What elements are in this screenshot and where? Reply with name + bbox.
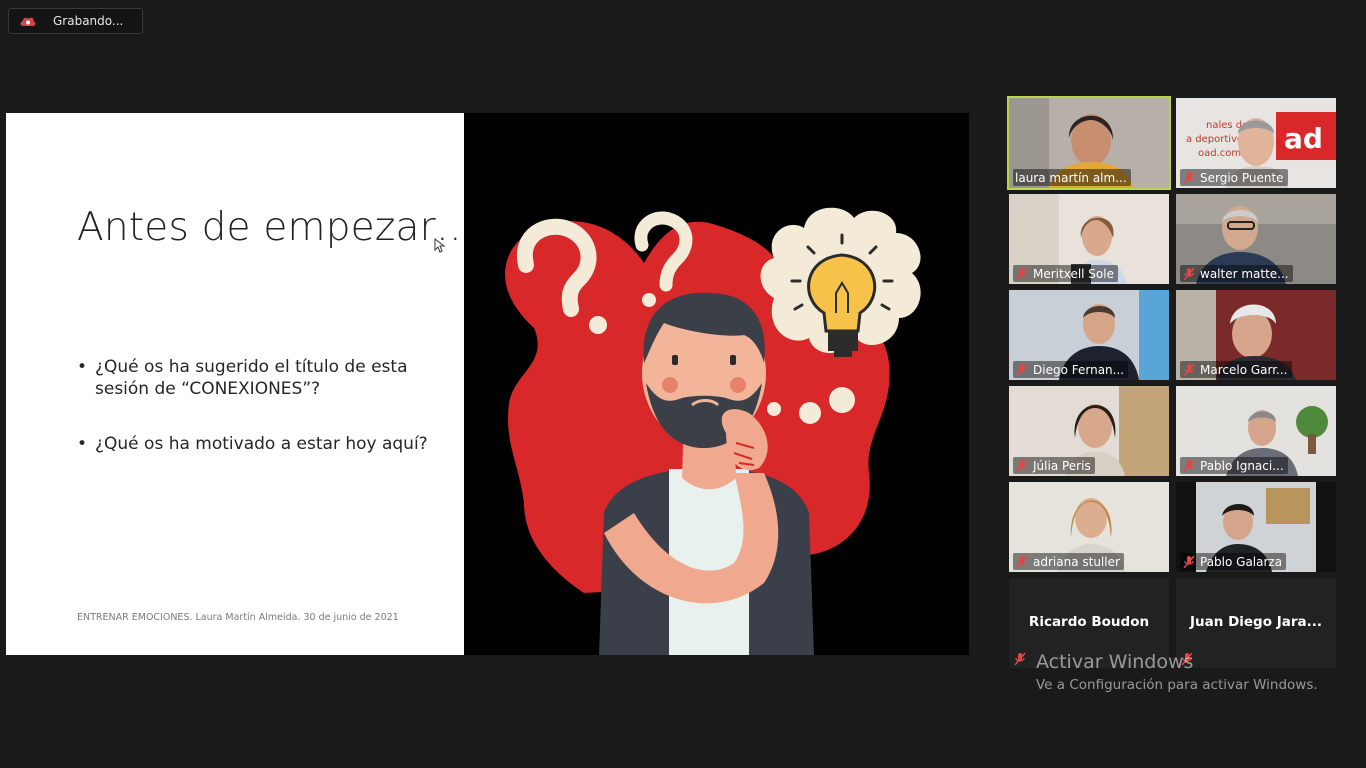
participant-tile[interactable]: Pablo Ignaci...: [1176, 386, 1336, 476]
participant-nameplate: Pablo Galarza: [1180, 553, 1287, 570]
muted-mic-icon: [1016, 267, 1028, 280]
participant-name: adriana stuller: [1033, 554, 1120, 569]
participant-nameplate: adriana stuller: [1013, 553, 1124, 570]
participant-name: Diego Fernan...: [1033, 362, 1125, 377]
muted-mic-icon: [1016, 459, 1028, 472]
participant-tile[interactable]: Júlia Peris: [1009, 386, 1169, 476]
muted-mic-icon: [1016, 555, 1028, 568]
participant-nameplate: Marcelo Garr...: [1180, 361, 1292, 378]
participant-tile[interactable]: walter matte...: [1176, 194, 1336, 284]
participant-name: Júlia Peris: [1033, 458, 1091, 473]
cloud-record-icon: [20, 17, 36, 26]
muted-mic-icon: [1183, 459, 1195, 472]
muted-mic-icon: [1183, 171, 1195, 184]
participant-tile[interactable]: Marcelo Garr...: [1176, 290, 1336, 380]
thinking-man-illustration: [505, 207, 921, 655]
participant-nameplate: Meritxell Sole: [1013, 265, 1118, 282]
participant-name: Marcelo Garr...: [1200, 362, 1288, 377]
participant-name: walter matte...: [1200, 266, 1289, 281]
muted-mic-icon: [1014, 652, 1026, 666]
svg-text:ad: ad: [1284, 122, 1323, 155]
slide-text-panel: Antes de empezar… ¿Qué os ha sugerido el…: [6, 113, 475, 655]
participant-name: Sergio Puente: [1200, 170, 1284, 185]
participant-tile[interactable]: nales de a deportivo oad.com ad Sergio P…: [1176, 98, 1336, 188]
participant-nameplate: laura martín alm...: [1013, 169, 1131, 186]
participant-nameplate: Diego Fernan...: [1013, 361, 1129, 378]
participant-name: Pablo Ignaci...: [1200, 458, 1284, 473]
participant-nameplate: Júlia Peris: [1013, 457, 1095, 474]
participant-tile[interactable]: Pablo Galarza: [1176, 482, 1336, 572]
participant-nameplate: Sergio Puente: [1180, 169, 1288, 186]
recording-label: Grabando...: [53, 14, 124, 28]
participant-tile[interactable]: Diego Fernan...: [1009, 290, 1169, 380]
participant-tile-video-off[interactable]: Juan Diego Jara...: [1176, 578, 1336, 668]
participant-name: Meritxell Sole: [1033, 266, 1114, 281]
muted-mic-icon: [1016, 363, 1028, 376]
shared-screen: Antes de empezar… ¿Qué os ha sugerido el…: [6, 113, 969, 655]
participant-nameplate: Pablo Ignaci...: [1180, 457, 1288, 474]
slide-title: Antes de empezar…: [77, 205, 476, 250]
slide-bullets: ¿Qué os ha sugerido el título de esta se…: [77, 356, 437, 488]
mouse-cursor-icon: [434, 238, 446, 253]
activation-watermark-subtitle: Ve a Configuración para activar Windows.: [1036, 677, 1318, 693]
svg-text:oad.com: oad.com: [1198, 148, 1241, 159]
svg-text:a deportivo: a deportivo: [1186, 134, 1243, 145]
muted-mic-icon: [1183, 555, 1195, 568]
recording-indicator[interactable]: Grabando...: [8, 8, 143, 34]
muted-mic-icon: [1183, 267, 1195, 280]
slide-illustration: [464, 113, 969, 655]
participant-nameplate: walter matte...: [1180, 265, 1293, 282]
participant-tile[interactable]: Meritxell Sole: [1009, 194, 1169, 284]
muted-mic-icon: [1183, 363, 1195, 376]
participant-tile[interactable]: adriana stuller: [1009, 482, 1169, 572]
bullet-item: ¿Qué os ha motivado a estar hoy aquí?: [77, 433, 437, 455]
meeting-window: Grabando... Antes de empezar… ¿Qué os ha…: [0, 0, 1366, 768]
participant-name: laura martín alm...: [1015, 170, 1127, 185]
participant-name: Ricardo Boudon: [1028, 614, 1150, 630]
activation-watermark-title: Activar Windows: [1036, 651, 1194, 673]
slide-footer: ENTRENAR EMOCIONES. Laura Martín Almeida…: [77, 612, 399, 623]
participant-tile[interactable]: laura martín alm...: [1007, 96, 1171, 190]
participant-name: Juan Diego Jara...: [1190, 614, 1322, 630]
participant-name: Pablo Galarza: [1200, 554, 1283, 569]
bullet-item: ¿Qué os ha sugerido el título de esta se…: [77, 356, 437, 400]
